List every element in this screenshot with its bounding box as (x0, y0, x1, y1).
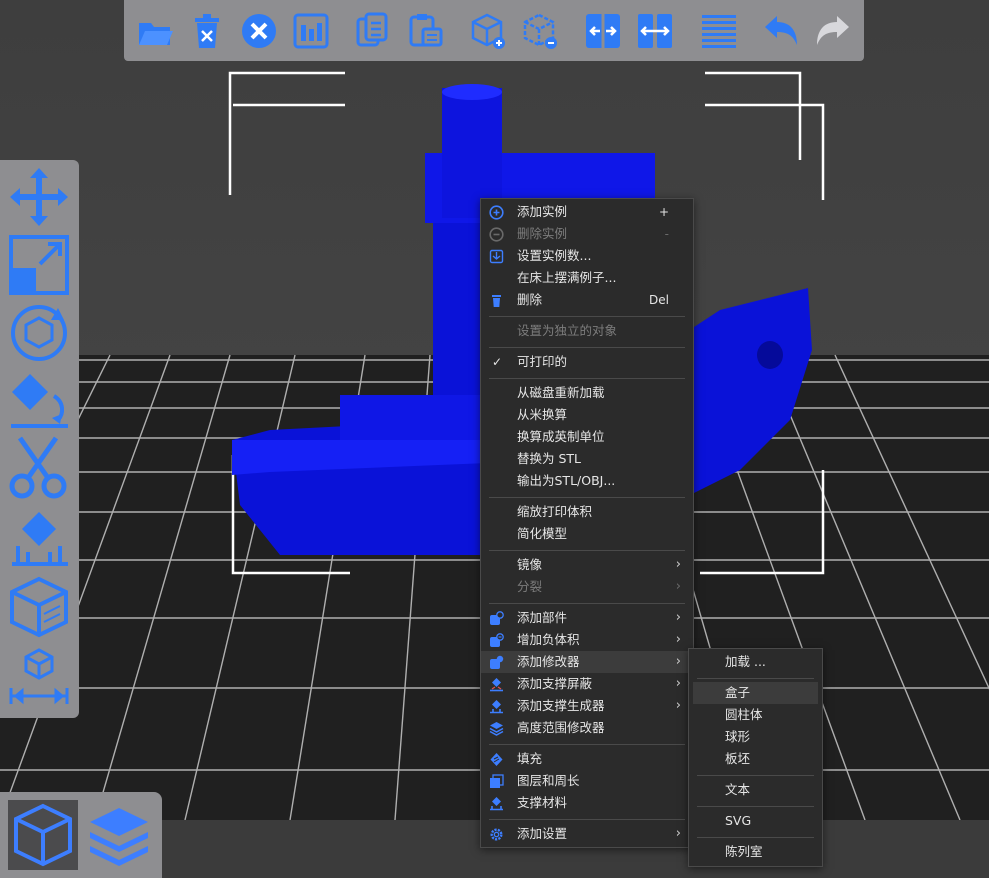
settings-gear-icon (489, 827, 504, 842)
menu-item-delete[interactable]: 删除 Del (481, 289, 693, 311)
set-number-icon (489, 249, 504, 264)
menu-separator (489, 378, 685, 379)
menu-item-mirror[interactable]: 镜像 › (481, 554, 693, 576)
menu-item-set-instances[interactable]: 设置实例数... (481, 245, 693, 267)
checkmark-icon: ✓ (492, 355, 503, 369)
submenu-item-sphere[interactable]: 球形 (689, 726, 822, 748)
chevron-right-icon: › (675, 676, 681, 691)
support-paint-icon[interactable] (6, 504, 72, 570)
minus-circle-icon (489, 227, 504, 242)
menu-item-height-range-modifier[interactable]: 高度范围修改器 (481, 717, 693, 739)
menu-item-set-separate-object[interactable]: 设置为独立的对象 (481, 320, 693, 342)
submenu-item-svg[interactable]: SVG (689, 810, 822, 832)
support-enforcer-icon (489, 699, 504, 714)
chevron-right-icon: › (675, 632, 681, 647)
menu-separator (697, 837, 814, 838)
menu-item-split[interactable]: 分裂 › (481, 576, 693, 598)
menu-separator (489, 550, 685, 551)
menu-separator (489, 347, 685, 348)
menu-separator (489, 497, 685, 498)
delete-all-icon[interactable] (239, 9, 279, 53)
menu-item-infill[interactable]: 填充 (481, 748, 693, 770)
scale-icon[interactable] (6, 232, 72, 298)
chevron-right-icon: › (675, 698, 681, 713)
rotate-icon[interactable] (6, 300, 72, 366)
menu-item-support-material[interactable]: 支撑材料 (481, 792, 693, 814)
add-modifier-icon (489, 655, 504, 670)
menu-item-remove-instance[interactable]: 删除实例 - (481, 223, 693, 245)
menu-item-add-instance[interactable]: 添加实例 + (481, 201, 693, 223)
menu-item-reload-from-disk[interactable]: 从磁盘重新加载 (481, 382, 693, 404)
seam-paint-icon[interactable] (6, 574, 72, 640)
menu-item-add-modifier[interactable]: 添加修改器 › (481, 651, 693, 673)
menu-separator (489, 316, 685, 317)
place-on-face-icon[interactable] (6, 366, 72, 432)
view-toggle-panel (0, 792, 162, 878)
move-icon[interactable] (6, 164, 72, 230)
open-folder-icon[interactable] (135, 9, 175, 53)
chevron-right-icon: › (675, 654, 681, 669)
add-part-icon (489, 611, 504, 626)
menu-item-convert-to-imperial[interactable]: 换算成英制单位 (481, 426, 693, 448)
submenu-item-cylinder[interactable]: 圆柱体 (689, 704, 822, 726)
redo-icon[interactable] (813, 9, 853, 53)
add-negative-icon (489, 633, 504, 648)
layers-editing-icon[interactable] (699, 9, 739, 53)
menu-separator (489, 819, 685, 820)
menu-item-add-support-enforcer[interactable]: 添加支撑生成器 › (481, 695, 693, 717)
menu-item-simplify-model[interactable]: 简化模型 (481, 523, 693, 545)
split-parts-icon[interactable] (635, 9, 675, 53)
menu-separator (697, 678, 814, 679)
cut-icon[interactable] (6, 434, 72, 500)
chevron-right-icon: › (675, 557, 681, 572)
menu-item-add-negative-volume[interactable]: 增加负体积 › (481, 629, 693, 651)
copy-icon[interactable] (353, 9, 393, 53)
submenu-item-load[interactable]: 加载 ... (689, 651, 822, 673)
height-range-icon (489, 721, 504, 736)
menu-item-add-part[interactable]: 添加部件 › (481, 607, 693, 629)
paste-icon[interactable] (405, 9, 445, 53)
submenu-item-gallery[interactable]: 陈列室 (689, 841, 822, 863)
trash-icon (489, 293, 504, 308)
chevron-right-icon: › (675, 579, 681, 594)
menu-item-fill-bed[interactable]: 在床上摆满例子... (481, 267, 693, 289)
menu-separator (697, 775, 814, 776)
support-blocker-icon (489, 677, 504, 692)
submenu-item-slab[interactable]: 板坯 (689, 748, 822, 770)
menu-item-layers-and-perimeters[interactable]: 图层和周长 (481, 770, 693, 792)
measure-icon[interactable] (6, 644, 72, 710)
preview-layers-icon[interactable] (84, 800, 154, 870)
left-toolbar (0, 160, 79, 718)
menu-item-convert-from-meters[interactable]: 从米换算 (481, 404, 693, 426)
menu-item-printable[interactable]: ✓ 可打印的 (481, 351, 693, 373)
menu-item-replace-with-stl[interactable]: 替换为 STL (481, 448, 693, 470)
add-instance-icon[interactable] (467, 9, 507, 53)
split-objects-icon[interactable] (583, 9, 623, 53)
menu-item-add-settings[interactable]: 添加设置 › (481, 823, 693, 845)
menu-separator (697, 806, 814, 807)
menu-item-export-stl-obj[interactable]: 输出为STL/OBJ... (481, 470, 693, 492)
menu-item-scale-to-print-volume[interactable]: 缩放打印体积 (481, 501, 693, 523)
3d-view-icon[interactable] (8, 800, 78, 870)
undo-icon[interactable] (761, 9, 801, 53)
object-context-menu: 添加实例 + 删除实例 - 设置实例数... 在床上摆满例子... 删除 Del… (480, 198, 694, 848)
layers-icon (489, 774, 504, 789)
menu-item-add-support-blocker[interactable]: 添加支撑屏蔽 › (481, 673, 693, 695)
menu-separator (489, 603, 685, 604)
submenu-item-box[interactable]: 盒子 (693, 682, 818, 704)
submenu-item-text[interactable]: 文本 (689, 779, 822, 801)
infill-icon (489, 752, 504, 767)
arrange-icon[interactable] (291, 9, 331, 53)
plus-circle-icon (489, 205, 504, 220)
support-material-icon (489, 796, 504, 811)
add-modifier-submenu: 加载 ... 盒子 圆柱体 球形 板坯 文本 SVG 陈列室 (688, 648, 823, 867)
remove-instance-icon[interactable] (519, 9, 559, 53)
delete-icon[interactable] (187, 9, 227, 53)
top-toolbar (124, 0, 864, 61)
chevron-right-icon: › (675, 826, 681, 841)
chevron-right-icon: › (675, 610, 681, 625)
menu-separator (489, 744, 685, 745)
